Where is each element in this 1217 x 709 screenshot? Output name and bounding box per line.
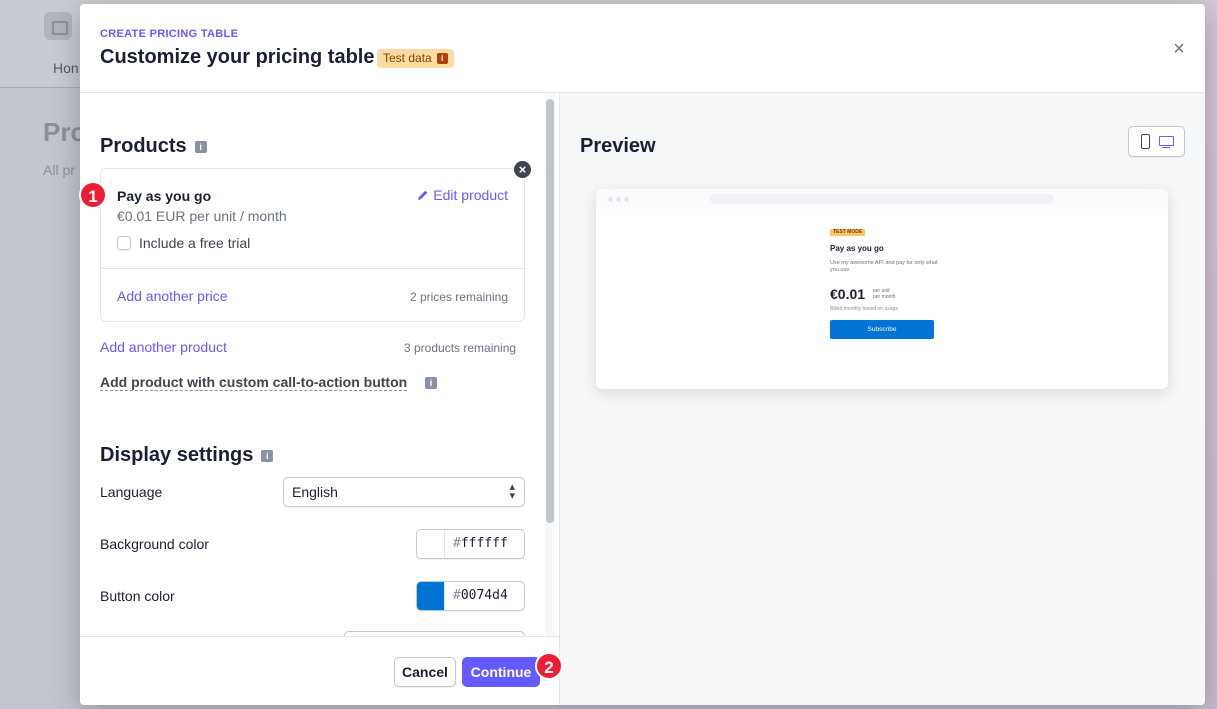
button-color-swatch[interactable] [417,582,445,610]
scrollbar-thumb[interactable] [546,99,554,523]
products-heading: Products i [100,135,207,158]
window-dots [608,197,629,202]
test-data-badge[interactable]: Test data i [377,49,454,68]
language-select[interactable]: English ▴ ▾ [283,477,525,507]
button-color-field[interactable]: #0074d4 [416,581,525,611]
device-toggle [1128,126,1185,157]
step-badge-2: 2 [535,652,563,680]
edit-product-label: Edit product [433,187,508,203]
preview-pane: Preview TEST MODE Pay as you go Use my a… [560,93,1205,705]
info-icon[interactable]: i [261,449,274,462]
desktop-icon [1159,135,1175,148]
close-icon[interactable]: × [1168,38,1190,60]
modal-eyebrow: CREATE PRICING TABLE [100,28,239,40]
button-color-value: 0074d4 [460,588,508,603]
display-settings-heading-label: Display settings [100,444,254,466]
background-nav-home: Hon [53,60,79,76]
preview-unit-line2: per month [873,294,896,300]
browser-bar [596,189,1168,209]
button-color-hex[interactable]: #0074d4 [445,582,508,610]
info-icon: i [436,53,448,64]
language-value: English [292,484,338,500]
preview-price-unit: per unit per month [873,288,896,300]
preview-browser-frame: TEST MODE Pay as you go Use my awesome A… [596,189,1168,389]
add-another-product-link[interactable]: Add another product [100,339,227,355]
product-price: €0.01 EUR per unit / month [117,208,287,224]
cancel-button[interactable]: Cancel [394,657,456,687]
background-color-hex[interactable]: #ffffff [445,530,508,558]
preview-subscribe-button[interactable]: Subscribe [830,320,934,339]
product-name: Pay as you go [117,188,212,204]
background-edge [1205,0,1217,709]
products-heading-label: Products [100,135,187,157]
chevron-updown-icon: ▴ ▾ [509,481,515,502]
remove-product-icon[interactable]: × [514,161,531,178]
free-trial-label: Include a free trial [139,235,251,251]
product-card-top: Pay as you go €0.01 EUR per unit / month… [101,169,524,269]
settings-pane: Products i Pay as you go €0.01 EUR per un… [80,93,559,636]
background-color-value: ffffff [460,536,508,551]
info-icon[interactable]: i [425,377,437,389]
preview-product-description: Use my awesome API and pay for only what… [830,260,938,273]
add-another-price-link[interactable]: Add another price [117,288,228,304]
background-color-label: Background color [100,536,209,552]
preview-billing-note: Billed monthly based on usage [830,306,899,312]
modal-footer: Cancel Continue [80,636,559,705]
info-icon[interactable]: i [194,140,207,153]
preview-title: Preview [580,135,656,157]
edit-product-link[interactable]: Edit product [417,187,508,203]
background-color-field[interactable]: #ffffff [416,529,525,559]
pricing-table-modal: CREATE PRICING TABLE Customize your pric… [80,4,1205,705]
language-label: Language [100,484,163,500]
modal-title: Customize your pricing table [100,46,375,68]
step-badge-1: 1 [79,181,107,209]
preview-price: €0.01 [830,286,866,302]
free-trial-row[interactable]: Include a free trial [117,235,250,251]
mobile-preview-button[interactable] [1137,133,1155,151]
test-data-label: Test data [383,51,432,65]
display-settings-heading: Display settings i [100,444,274,467]
modal-header: CREATE PRICING TABLE Customize your pric… [80,4,1205,93]
preview-test-mode-badge: TEST MODE [830,229,866,236]
button-color-label: Button color [100,588,175,604]
custom-cta-link[interactable]: Add product with custom call-to-action b… [100,374,408,391]
product-card: Pay as you go €0.01 EUR per unit / month… [100,168,525,322]
preview-product-name: Pay as you go [830,244,884,253]
desktop-preview-button[interactable] [1158,133,1176,151]
prices-remaining: 2 prices remaining [409,290,508,304]
products-remaining: 3 products remaining [404,341,517,355]
store-icon [44,12,72,40]
mobile-icon [1140,133,1150,149]
background-page-subtitle: All pr [43,162,75,178]
continue-button[interactable]: Continue [462,657,540,687]
url-bar [710,194,1054,204]
free-trial-checkbox[interactable] [117,236,131,250]
background-color-swatch[interactable] [417,530,445,558]
pencil-icon [418,190,428,200]
